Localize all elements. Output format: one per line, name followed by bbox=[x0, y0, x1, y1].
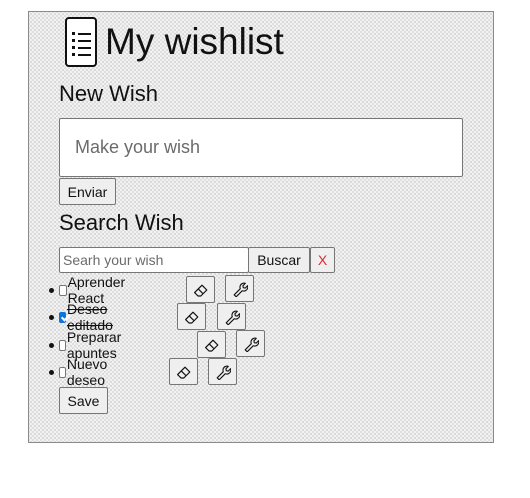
delete-wish-button[interactable] bbox=[197, 331, 226, 358]
edit-wish-button[interactable] bbox=[217, 303, 246, 330]
list-item: Aprender React bbox=[49, 274, 129, 306]
edit-wish-button[interactable] bbox=[208, 358, 237, 385]
eraser-icon bbox=[193, 284, 207, 297]
bullet bbox=[49, 288, 54, 293]
search-button[interactable]: Buscar bbox=[248, 247, 310, 273]
clear-label: X bbox=[317, 252, 328, 268]
search-wish-heading: Search Wish bbox=[59, 210, 184, 235]
edit-wish-button[interactable] bbox=[236, 330, 265, 357]
list-item: Preparar apuntes bbox=[49, 329, 125, 361]
delete-wish-button[interactable] bbox=[169, 358, 198, 385]
wrench-icon bbox=[216, 365, 231, 380]
list-item: Deseo editado bbox=[49, 301, 117, 333]
wrench-icon bbox=[225, 310, 240, 325]
eraser-icon bbox=[184, 311, 198, 324]
bullet bbox=[49, 370, 54, 375]
bullet bbox=[49, 315, 54, 320]
wish-checkbox[interactable] bbox=[59, 284, 67, 296]
wrench-icon bbox=[233, 282, 248, 297]
delete-wish-button[interactable] bbox=[177, 303, 206, 330]
page-title: My wishlist bbox=[105, 21, 284, 62]
delete-wish-button[interactable] bbox=[186, 276, 215, 303]
wrench-icon bbox=[244, 337, 259, 352]
submit-wish-button[interactable]: Enviar bbox=[59, 178, 116, 205]
list-item: Nuevo deseo bbox=[49, 356, 111, 388]
edit-wish-button[interactable] bbox=[225, 275, 254, 302]
wish-checkbox[interactable] bbox=[59, 311, 66, 323]
wish-checkbox[interactable] bbox=[59, 339, 66, 351]
clear-search-button[interactable]: X bbox=[310, 247, 335, 273]
new-wish-heading: New Wish bbox=[59, 81, 159, 106]
wish-text: Nuevo deseo bbox=[66, 356, 108, 388]
wish-checkbox[interactable] bbox=[59, 366, 66, 378]
new-wish-input[interactable] bbox=[59, 118, 463, 177]
save-button[interactable]: Save bbox=[59, 387, 108, 414]
eraser-icon bbox=[204, 339, 218, 352]
bullet bbox=[49, 343, 54, 348]
search-input[interactable] bbox=[59, 247, 249, 273]
header: My wishlist bbox=[65, 15, 284, 69]
wishlist-app-panel: My wishlist New Wish Enviar Search Wish … bbox=[28, 11, 494, 443]
eraser-icon bbox=[176, 366, 190, 379]
list-icon bbox=[65, 17, 97, 67]
